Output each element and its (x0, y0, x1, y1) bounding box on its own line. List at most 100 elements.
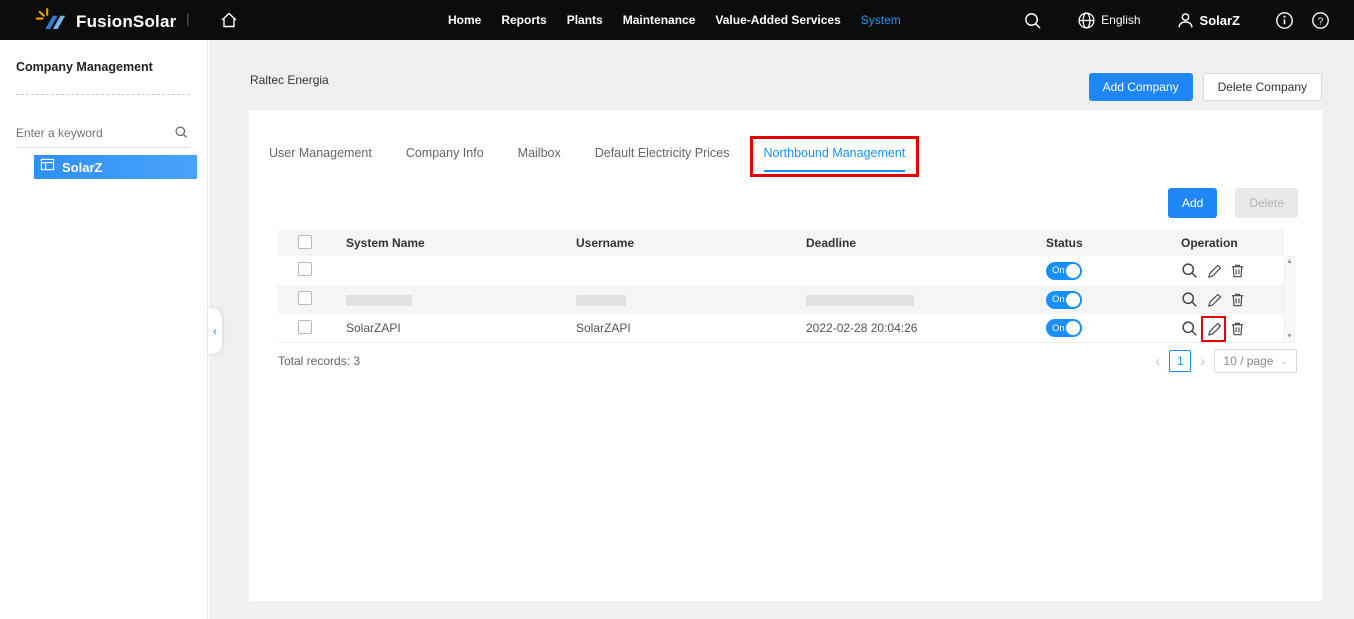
main-content: Raltec Energia Add Company Delete Compan… (209, 40, 1354, 619)
row-checkbox[interactable] (298, 320, 312, 334)
sidebar-divider (16, 94, 190, 95)
northbound-table: System Name Username Deadline Status Ope… (278, 230, 1284, 343)
add-company-button[interactable]: Add Company (1089, 73, 1193, 101)
topbar-separator: | (186, 10, 190, 26)
add-button[interactable]: Add (1168, 188, 1217, 218)
page-size-select[interactable]: 10 / page ⌄ (1214, 349, 1297, 373)
top-navigation: Home Reports Plants Maintenance Value-Ad… (448, 0, 901, 40)
header-system-name: System Name (334, 236, 564, 250)
svg-text:?: ? (1318, 16, 1324, 27)
table-header-row: System Name Username Deadline Status Ope… (278, 230, 1284, 256)
globe-icon (1077, 11, 1096, 30)
info-icon[interactable] (1275, 11, 1294, 30)
header-status: Status (1034, 236, 1169, 250)
header-deadline: Deadline (794, 236, 1034, 250)
select-all-checkbox[interactable] (298, 235, 312, 249)
content-card: User Management Company Info Mailbox Def… (249, 110, 1323, 601)
tab-northbound-management[interactable]: Northbound Management (764, 146, 906, 172)
fusionsolar-logo-icon (34, 7, 68, 37)
tab-user-management[interactable]: User Management (269, 146, 372, 172)
sidebar-collapse-button[interactable]: ‹ (208, 308, 222, 354)
tab-label: Northbound Management (764, 146, 906, 160)
toggle-label: On (1052, 265, 1065, 276)
tab-mailbox[interactable]: Mailbox (518, 146, 561, 172)
cell-deadline: 2022-02-28 20:04:26 (806, 321, 917, 335)
toggle-knob (1066, 264, 1080, 278)
status-toggle[interactable]: On (1046, 262, 1082, 280)
row-checkbox[interactable] (298, 262, 312, 276)
user-menu[interactable]: SolarZ (1176, 11, 1240, 30)
cell-system-name: SolarZAPI (346, 321, 401, 335)
search-icon[interactable] (174, 125, 188, 139)
sidebar: Company Management SolarZ (0, 40, 208, 619)
search-icon[interactable] (1023, 11, 1042, 30)
page-actions: Add Company Delete Company (1089, 73, 1322, 101)
home-icon[interactable] (219, 10, 239, 30)
toggle-label: On (1052, 294, 1065, 305)
help-icon[interactable]: ? (1311, 11, 1330, 30)
status-toggle[interactable]: On (1046, 319, 1082, 337)
nav-item-value-added-services[interactable]: Value-Added Services (715, 13, 840, 27)
username-label: SolarZ (1200, 13, 1240, 28)
page-number-button[interactable]: 1 (1169, 350, 1191, 372)
topbar-right: English SolarZ ? (1023, 0, 1330, 40)
language-label: English (1101, 13, 1140, 27)
view-icon[interactable] (1181, 262, 1198, 279)
table-row: On (278, 256, 1284, 285)
chevron-left-icon: ‹ (213, 324, 217, 338)
header-operation: Operation (1169, 236, 1284, 250)
page-size-value: 10 / page (1223, 354, 1273, 368)
topbar: FusionSolar | Home Reports Plants Mainte… (0, 0, 1354, 40)
edit-icon[interactable] (1205, 262, 1222, 279)
delete-company-button[interactable]: Delete Company (1203, 73, 1322, 101)
next-page-icon[interactable]: › (1200, 354, 1205, 369)
toggle-knob (1066, 321, 1080, 335)
company-grid-icon (40, 157, 55, 177)
status-toggle[interactable]: On (1046, 291, 1082, 309)
redacted-text (346, 295, 412, 306)
delete-icon[interactable] (1229, 291, 1246, 308)
view-icon[interactable] (1181, 320, 1198, 337)
tab-company-info[interactable]: Company Info (406, 146, 484, 172)
edit-icon[interactable] (1205, 320, 1222, 337)
table-scrollbar[interactable]: ▲ ▼ (1284, 256, 1295, 343)
previous-page-icon[interactable]: ‹ (1155, 354, 1160, 369)
nav-item-maintenance[interactable]: Maintenance (623, 13, 696, 27)
cell-username: SolarZAPI (576, 321, 631, 335)
delete-button[interactable]: Delete (1235, 188, 1298, 218)
scroll-up-icon[interactable]: ▲ (1286, 257, 1293, 267)
sidebar-search (16, 122, 190, 148)
language-selector[interactable]: English (1077, 11, 1140, 30)
view-icon[interactable] (1181, 291, 1198, 308)
brand-name: FusionSolar (76, 12, 176, 32)
table-row: SolarZAPI SolarZAPI 2022-02-28 20:04:26 … (278, 314, 1284, 343)
redacted-text (806, 295, 914, 306)
header-username: Username (564, 236, 794, 250)
table-actions: Add Delete (1168, 188, 1298, 218)
edit-icon[interactable] (1205, 291, 1222, 308)
brand: FusionSolar (34, 7, 176, 37)
nav-item-home[interactable]: Home (448, 13, 481, 27)
company-breadcrumb: Raltec Energia (250, 73, 329, 87)
chevron-down-icon: ⌄ (1280, 356, 1288, 367)
table-row: On (278, 285, 1284, 314)
row-checkbox[interactable] (298, 291, 312, 305)
keyword-search-input[interactable] (16, 122, 190, 148)
sidebar-item-solarz[interactable]: SolarZ (34, 155, 197, 179)
tab-default-electricity-prices[interactable]: Default Electricity Prices (595, 146, 730, 172)
table-footer: Total records: 3 ‹ 1 › 10 / page ⌄ (278, 348, 1297, 374)
total-records-label: Total records: 3 (278, 354, 360, 368)
nav-item-reports[interactable]: Reports (501, 13, 546, 27)
nav-item-plants[interactable]: Plants (567, 13, 603, 27)
sidebar-title: Company Management (16, 60, 153, 74)
toggle-label: On (1052, 323, 1065, 334)
delete-icon[interactable] (1229, 262, 1246, 279)
nav-item-system[interactable]: System (861, 13, 901, 27)
delete-icon[interactable] (1229, 320, 1246, 337)
scroll-down-icon[interactable]: ▼ (1286, 332, 1293, 342)
toggle-knob (1066, 293, 1080, 307)
pagination: ‹ 1 › 10 / page ⌄ (1155, 349, 1297, 373)
user-icon (1176, 11, 1195, 30)
tree-item-label: SolarZ (62, 160, 102, 175)
redacted-text (576, 295, 626, 306)
